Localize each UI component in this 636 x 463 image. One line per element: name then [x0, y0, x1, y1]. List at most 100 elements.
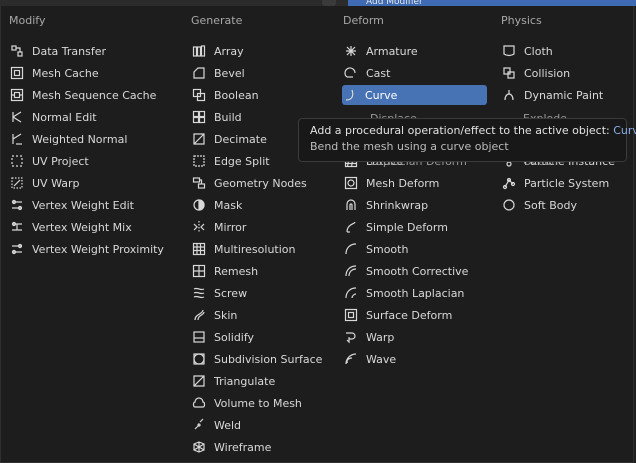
menu-item-label: UV Warp [32, 176, 80, 190]
menu-item-volume-to-mesh[interactable]: Volume to Mesh [191, 393, 302, 413]
menu-item-cast[interactable]: Cast [343, 63, 390, 83]
menu-item-boolean[interactable]: Boolean [191, 85, 259, 105]
menu-item-label: Armature [366, 44, 418, 58]
menu-item-label: Weighted Normal [32, 132, 128, 146]
menu-item-subdivision-surface[interactable]: Subdivision Surface [191, 349, 322, 369]
menu-item-simple-deform[interactable]: Simple Deform [343, 217, 448, 237]
menu-item-label: Decimate [214, 132, 267, 146]
curve-icon [342, 87, 358, 103]
menu-item-weighted-normal[interactable]: Weighted Normal [9, 129, 127, 149]
subdivision-surface-icon [191, 351, 207, 367]
menu-item-label: Smooth [366, 242, 409, 256]
menu-item-label: Vertex Weight Proximity [32, 242, 164, 256]
menu-item-mesh-cache[interactable]: Mesh Cache [9, 63, 99, 83]
menu-item-warp[interactable]: Warp [343, 327, 394, 347]
menu-item-triangulate[interactable]: Triangulate [191, 371, 275, 391]
menu-item-build[interactable]: Build [191, 107, 242, 127]
menu-item-curve[interactable]: Curve [342, 85, 487, 105]
menu-item-array[interactable]: Array [191, 41, 244, 61]
menu-item-smooth-laplacian[interactable]: Smooth Laplacian [343, 283, 464, 303]
vertex-weight-mix-icon [9, 219, 25, 235]
menu-item-solidify[interactable]: Solidify [191, 327, 254, 347]
menu-item-vertex-weight-proximity[interactable]: Vertex Weight Proximity [9, 239, 164, 259]
menu-item-multiresolution[interactable]: Multiresolution [191, 239, 296, 259]
menu-item-label: Screw [214, 286, 248, 300]
menu-item-particle-system[interactable]: Particle System [501, 173, 609, 193]
mesh-sequence-cache-icon [9, 87, 25, 103]
triangulate-icon [191, 373, 207, 389]
armature-icon [343, 43, 359, 59]
tooltip: Add a procedural operation/effect to the… [298, 118, 636, 162]
shrinkwrap-icon [343, 197, 359, 213]
menu-item-label: Mask [214, 198, 243, 212]
menu-item-dynamic-paint[interactable]: Dynamic Paint [501, 85, 603, 105]
soft-body-icon [501, 197, 517, 213]
bevel-icon [191, 65, 207, 81]
menu-item-normal-edit[interactable]: Normal Edit [9, 107, 97, 127]
menu-item-mask[interactable]: Mask [191, 195, 242, 215]
menu-item-label: Skin [214, 308, 238, 322]
particle-system-icon [501, 175, 517, 191]
decimate-icon [191, 131, 207, 147]
multiresolution-icon [191, 241, 207, 257]
menu-item-remesh[interactable]: Remesh [191, 261, 258, 281]
menu-item-uv-project[interactable]: UV Project [9, 151, 89, 171]
menu-item-label: Warp [366, 330, 395, 344]
menu-item-label: Vertex Weight Edit [32, 198, 134, 212]
menu-item-label: Shrinkwrap [366, 198, 429, 212]
mesh-cache-icon [9, 65, 25, 81]
tooltip-line-1: Add a procedural operation/effect to the… [310, 123, 636, 139]
menu-item-wireframe[interactable]: Wireframe [191, 437, 271, 457]
smooth-laplacian-icon [343, 285, 359, 301]
menu-item-vertex-weight-mix[interactable]: Vertex Weight Mix [9, 217, 132, 237]
menu-item-skin[interactable]: Skin [191, 305, 237, 325]
menu-item-mesh-deform[interactable]: Mesh Deform [343, 173, 439, 193]
menu-item-smooth-corrective[interactable]: Smooth Corrective [343, 261, 468, 281]
menu-item-edge-split[interactable]: Edge Split [191, 151, 270, 171]
menu-item-decimate[interactable]: Decimate [191, 129, 267, 149]
menu-item-armature[interactable]: Armature [343, 41, 418, 61]
menu-item-label: Bevel [214, 66, 245, 80]
menu-item-cloth[interactable]: Cloth [501, 41, 553, 61]
data-transfer-icon [9, 43, 25, 59]
remesh-icon [191, 263, 207, 279]
tooltip-highlight: Curve [613, 124, 636, 137]
menu-item-label: Wireframe [214, 440, 272, 454]
screw-icon [191, 285, 207, 301]
menu-item-vertex-weight-edit[interactable]: Vertex Weight Edit [9, 195, 134, 215]
menu-item-wave[interactable]: Wave [343, 349, 396, 369]
menu-item-collision[interactable]: Collision [501, 63, 570, 83]
menu-item-data-transfer[interactable]: Data Transfer [9, 41, 106, 61]
geometry-nodes-icon [191, 175, 207, 191]
boolean-icon [191, 87, 207, 103]
menu-item-label: Mirror [214, 220, 247, 234]
menu-item-geometry-nodes[interactable]: Geometry Nodes [191, 173, 307, 193]
menu-item-label: Data Transfer [32, 44, 106, 58]
menu-item-label: Weld [214, 418, 242, 432]
menu-item-label: Edge Split [214, 154, 270, 168]
menu-item-soft-body[interactable]: Soft Body [501, 195, 577, 215]
menu-item-label: Curve [365, 88, 398, 102]
menu-item-mirror[interactable]: Mirror [191, 217, 246, 237]
menu-item-mesh-sequence-cache[interactable]: Mesh Sequence Cache [9, 85, 156, 105]
menu-item-smooth[interactable]: Smooth [343, 239, 408, 259]
cloth-icon [501, 43, 517, 59]
menu-item-weld[interactable]: Weld [191, 415, 241, 435]
menu-item-label: Smooth Laplacian [366, 286, 465, 300]
smooth-corrective-icon [343, 263, 359, 279]
menu-item-label: Mesh Cache [32, 66, 99, 80]
menu-item-label: Dynamic Paint [524, 88, 604, 102]
menu-item-label: Particle System [524, 176, 610, 190]
menu-item-uv-warp[interactable]: UV Warp [9, 173, 80, 193]
menu-item-label: Cast [366, 66, 391, 80]
wave-icon [343, 351, 359, 367]
menu-item-screw[interactable]: Screw [191, 283, 247, 303]
menu-item-label: Triangulate [214, 374, 276, 388]
partial-ocean-label: Ocean [523, 161, 559, 168]
column-heading-1: Generate [191, 14, 243, 27]
menu-item-surface-deform[interactable]: Surface Deform [343, 305, 452, 325]
menu-item-shrinkwrap[interactable]: Shrinkwrap [343, 195, 428, 215]
cast-icon [343, 65, 359, 81]
menu-item-bevel[interactable]: Bevel [191, 63, 245, 83]
warp-icon [343, 329, 359, 345]
